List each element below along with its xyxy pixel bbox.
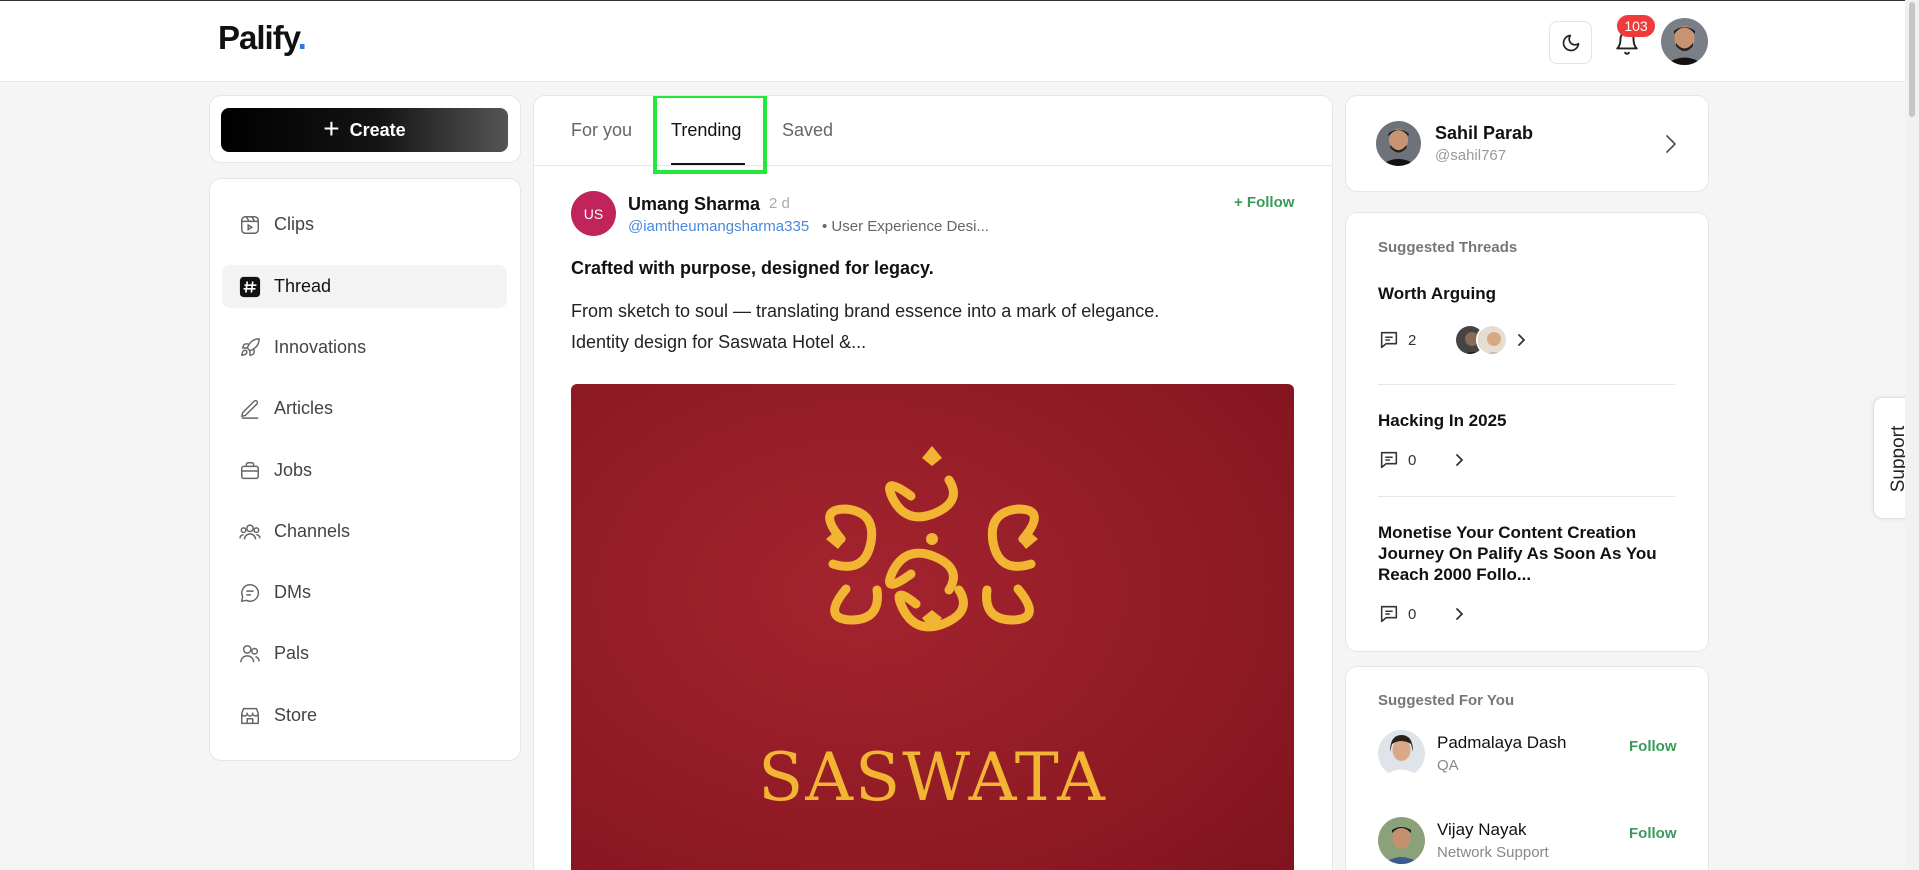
follow-button[interactable]: Follow bbox=[1629, 825, 1677, 842]
sidebar-item-channels[interactable]: Channels bbox=[222, 510, 507, 553]
comment-icon bbox=[1380, 331, 1398, 349]
profile-card[interactable]: Sahil Parab @sahil767 bbox=[1345, 95, 1709, 192]
profile-name: Sahil Parab bbox=[1435, 123, 1534, 143]
post-image[interactable]: SASWATA bbox=[571, 384, 1294, 870]
post-author-handle[interactable]: @iamtheumangsharma335 bbox=[628, 218, 809, 235]
post-body-line: Identity design for Saswata Hotel &... bbox=[571, 332, 867, 352]
divider bbox=[1378, 384, 1675, 385]
sidebar-item-articles[interactable]: Articles bbox=[222, 387, 507, 430]
suggested-user-avatar bbox=[1378, 730, 1425, 777]
image-brand-text: SASWATA bbox=[758, 739, 1107, 816]
sidebar-item-label: Pals bbox=[274, 643, 310, 663]
create-card: + Create bbox=[209, 95, 521, 163]
divider bbox=[1378, 496, 1675, 497]
suggested-user-name: Vijay Nayak bbox=[1437, 820, 1527, 839]
post-body[interactable]: From sketch to soul — translating brand … bbox=[571, 296, 1291, 358]
sidebar-item-label: Jobs bbox=[274, 460, 313, 480]
sidebar-item-label: DMs bbox=[274, 582, 311, 602]
sidebar-item-dms[interactable]: DMs bbox=[222, 571, 507, 614]
suggested-user-avatar bbox=[1378, 817, 1425, 864]
sidebar-item-label: Channels bbox=[274, 521, 351, 541]
comment-icon bbox=[1380, 451, 1398, 469]
sidebar-item-label: Clips bbox=[274, 214, 315, 234]
pals-icon bbox=[238, 642, 262, 666]
tab-for-you[interactable]: For you bbox=[571, 120, 632, 141]
post-body-line: From sketch to soul — translating brand … bbox=[571, 301, 1160, 321]
page-scrollbar[interactable] bbox=[1905, 0, 1919, 870]
participant-avatars bbox=[1454, 324, 1509, 356]
chevron-right-icon bbox=[1456, 454, 1464, 466]
theme-toggle-button[interactable] bbox=[1549, 21, 1592, 64]
users-icon bbox=[238, 520, 262, 544]
top-bar: Palify. 103 bbox=[0, 0, 1919, 82]
post-author-name[interactable]: Umang Sharma bbox=[628, 194, 760, 215]
suggested-user-role: QA bbox=[1437, 757, 1459, 774]
chevron-right-icon bbox=[1456, 608, 1464, 620]
sidebar-item-label: Store bbox=[274, 705, 318, 725]
post-author-role: • User Experience Desi... bbox=[822, 218, 989, 235]
create-button[interactable]: + Create bbox=[221, 108, 508, 152]
post-timestamp: 2 d bbox=[769, 195, 790, 212]
thread-title[interactable]: Monetise Your Content Creation Journey O… bbox=[1378, 522, 1688, 585]
thread-meta[interactable]: 0 bbox=[1378, 603, 1466, 625]
suggested-threads-card: Suggested Threads Worth Arguing 2 Hackin… bbox=[1345, 212, 1709, 652]
suggested-user[interactable]: Vijay Nayak Network Support Follow bbox=[1378, 817, 1678, 869]
palify-logo[interactable]: Palify. bbox=[218, 19, 307, 57]
clips-icon bbox=[238, 213, 262, 237]
thread-meta[interactable]: 2 bbox=[1378, 324, 1528, 356]
moon-icon bbox=[1562, 34, 1579, 51]
create-button-label: Create bbox=[349, 119, 406, 140]
sidebar-item-store[interactable]: Store bbox=[222, 694, 507, 737]
tab-saved[interactable]: Saved bbox=[782, 120, 833, 141]
comment-count: 0 bbox=[1408, 605, 1417, 623]
notification-count-badge: 103 bbox=[1617, 15, 1655, 37]
sidebar-item-clips[interactable]: Clips bbox=[222, 203, 507, 246]
hash-icon bbox=[238, 275, 262, 299]
tab-highlight-box bbox=[653, 96, 767, 174]
follow-button[interactable]: + Follow bbox=[1234, 194, 1294, 211]
suggested-threads-label: Suggested Threads bbox=[1378, 239, 1518, 256]
feed-tabs: For you Trending Saved bbox=[534, 96, 1332, 174]
scrollbar-thumb[interactable] bbox=[1909, 2, 1915, 117]
comment-count: 2 bbox=[1408, 331, 1417, 349]
comment-count: 0 bbox=[1408, 451, 1417, 469]
feed: For you Trending Saved US Umang Sharma 2… bbox=[533, 95, 1333, 870]
suggested-for-you-card: Suggested For You Padmalaya Dash QA Foll… bbox=[1345, 666, 1709, 870]
sidebar-item-label: Articles bbox=[274, 398, 334, 418]
post-title: Crafted with purpose, designed for legac… bbox=[571, 258, 934, 278]
participant-avatar bbox=[1476, 324, 1509, 356]
chevron-right-icon bbox=[1666, 135, 1676, 153]
thread-title[interactable]: Worth Arguing bbox=[1378, 283, 1688, 304]
chevron-right-icon bbox=[1518, 334, 1526, 346]
follow-button[interactable]: Follow bbox=[1629, 738, 1677, 755]
profile-avatar bbox=[1376, 121, 1421, 166]
post-author-avatar[interactable]: US bbox=[571, 191, 616, 236]
rocket-icon bbox=[238, 336, 262, 360]
briefcase-icon bbox=[238, 459, 262, 483]
thread-meta[interactable]: 0 bbox=[1378, 449, 1466, 471]
profile-handle: @sahil767 bbox=[1435, 147, 1507, 164]
suggested-user[interactable]: Padmalaya Dash QA Follow bbox=[1378, 730, 1678, 782]
sidebar-item-pals[interactable]: Pals bbox=[222, 632, 507, 675]
suggested-user-role: Network Support bbox=[1437, 844, 1549, 861]
comment-icon bbox=[1380, 605, 1398, 623]
sidebar-item-label: Thread bbox=[274, 276, 332, 296]
sidebar-item-innovations[interactable]: Innovations bbox=[222, 326, 507, 369]
sidebar-item-label: Innovations bbox=[274, 337, 367, 357]
sidebar-nav: Clips Thread Innovations Articles Jobs C… bbox=[209, 178, 521, 761]
suggested-user-name: Padmalaya Dash bbox=[1437, 733, 1567, 752]
pen-icon bbox=[238, 397, 262, 421]
sidebar-item-jobs[interactable]: Jobs bbox=[222, 449, 507, 492]
user-avatar[interactable] bbox=[1661, 18, 1708, 65]
message-icon bbox=[238, 581, 262, 605]
store-icon bbox=[238, 704, 262, 728]
sidebar-item-thread[interactable]: Thread bbox=[222, 265, 507, 308]
plus-icon: + bbox=[323, 112, 340, 144]
thread-title[interactable]: Hacking In 2025 bbox=[1378, 410, 1688, 431]
suggested-for-you-label: Suggested For You bbox=[1378, 692, 1515, 709]
